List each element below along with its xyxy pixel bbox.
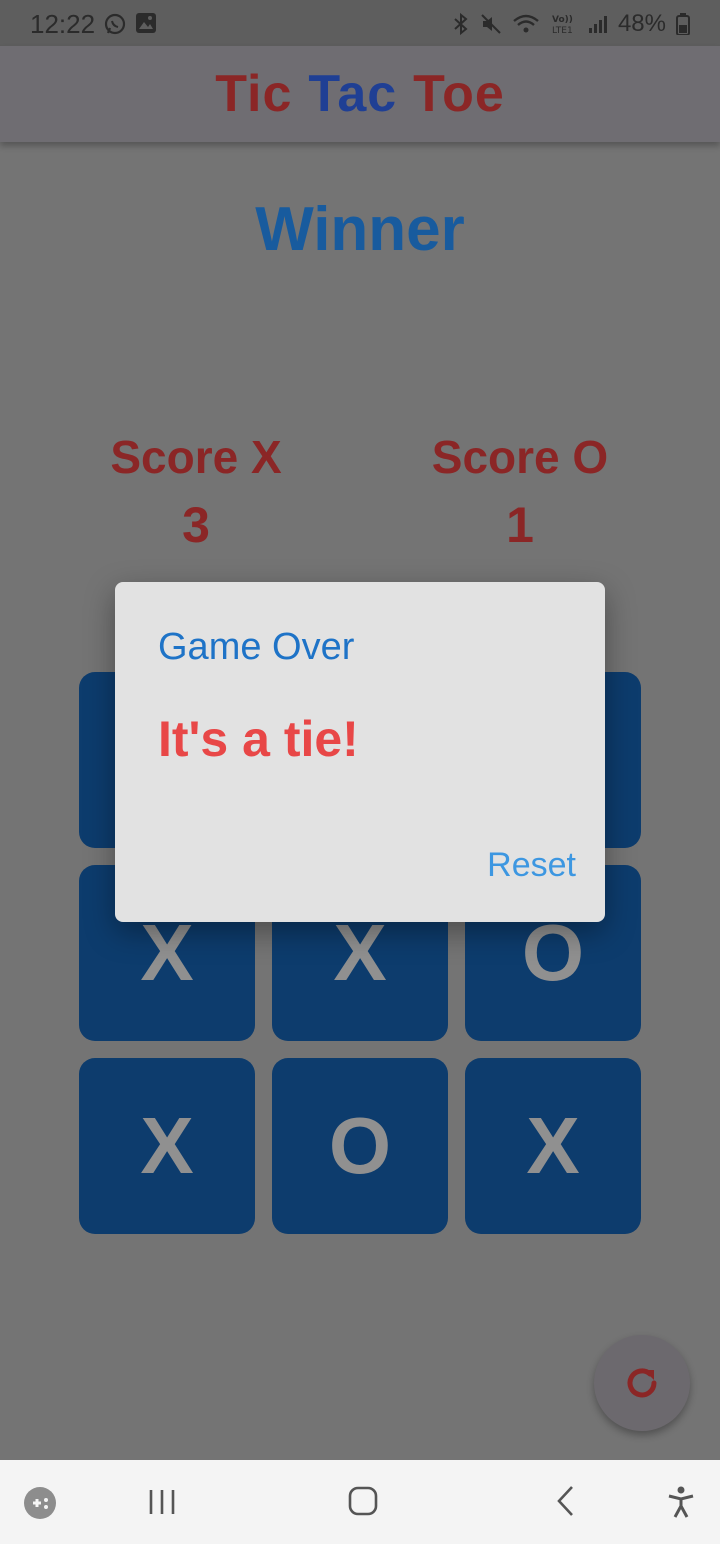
board-cell-7[interactable]: O [272, 1058, 448, 1234]
back-icon[interactable] [554, 1485, 578, 1517]
accessibility-icon[interactable] [665, 1485, 697, 1519]
navigation-bar [0, 1460, 720, 1544]
title-word-tac: Tac [308, 65, 398, 123]
mute-icon [481, 14, 501, 34]
status-time: 12:22 [30, 9, 96, 39]
home-icon[interactable] [347, 1485, 379, 1517]
app-bar: Tic Tac Toe [0, 46, 720, 142]
battery-percent: 48% [617, 10, 666, 37]
score-x: Score X 3 [86, 430, 306, 554]
winner-label: Winner [255, 195, 465, 264]
dialog-title: Game Over [158, 626, 355, 668]
dialog-message: It's a tie! [158, 711, 359, 767]
recent-apps-icon[interactable] [147, 1487, 177, 1517]
svg-text:LTE1: LTE1 [552, 26, 573, 35]
game-launcher-icon[interactable] [22, 1485, 58, 1521]
title-word-toe: Toe [413, 65, 505, 123]
status-bar: 12:22 Vo)) LTE1 48% [0, 0, 720, 46]
signal-icon [588, 16, 607, 33]
score-x-label: Score X [110, 431, 282, 483]
svg-text:Vo)): Vo)) [552, 15, 573, 25]
score-o-label: Score O [431, 431, 609, 483]
board-cell-6[interactable]: X [79, 1058, 255, 1234]
score-x-value: 3 [182, 497, 210, 553]
refresh-button[interactable] [594, 1335, 690, 1431]
volte-icon: Vo)) LTE1 [552, 15, 573, 35]
whatsapp-icon [104, 13, 126, 35]
score-o: Score O 1 [410, 430, 630, 554]
refresh-icon [627, 1368, 657, 1398]
game-over-dialog: Game Over It's a tie! Reset [115, 582, 605, 922]
score-o-value: 1 [506, 497, 534, 553]
title-word-tic: Tic [215, 65, 293, 123]
wifi-icon [513, 14, 539, 33]
board-cell-8[interactable]: X [465, 1058, 641, 1234]
bluetooth-icon [454, 12, 468, 36]
app-title: Tic Tac Toe [207, 64, 513, 124]
gallery-icon [136, 13, 156, 33]
battery-icon [676, 13, 690, 35]
reset-button[interactable]: Reset [487, 846, 576, 885]
